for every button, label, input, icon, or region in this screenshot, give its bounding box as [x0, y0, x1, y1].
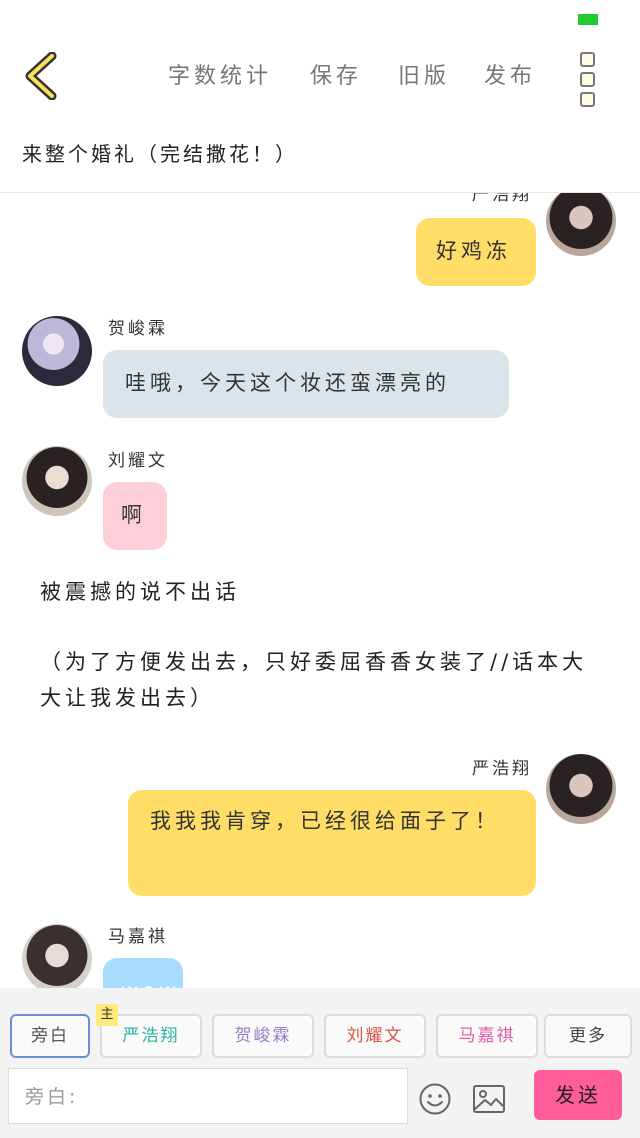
more-menu-icon[interactable]: [580, 52, 600, 112]
message-bubble: 好鸡冻: [416, 218, 536, 286]
role-chip-he-junlin[interactable]: 贺峻霖: [212, 1014, 314, 1058]
top-bar: 字数统计 保存 旧版 发布 来整个婚礼（完结撒花！）: [0, 0, 640, 193]
composer-panel: 旁白 主 严浩翔 贺峻霖 刘耀文 马嘉祺 更多 发送: [0, 988, 640, 1138]
message-input-box[interactable]: [8, 1068, 425, 1125]
message-bubble: wow: [103, 958, 183, 988]
role-chip-liu-yaowen[interactable]: 刘耀文: [324, 1014, 426, 1058]
avatar[interactable]: [22, 924, 92, 988]
old-version-button[interactable]: 旧版: [398, 58, 450, 90]
emoji-icon[interactable]: [418, 1082, 452, 1116]
message-input[interactable]: [9, 1069, 425, 1125]
image-icon[interactable]: [472, 1082, 506, 1116]
story-title: 来整个婚礼（完结撒花！）: [22, 142, 298, 166]
chat-area[interactable]: 严浩翔 好鸡冻 贺峻霖 哇哦，今天这个妆还蛮漂亮的 刘耀文 啊 被震撼的说不出话…: [0, 192, 640, 988]
back-arrow-icon[interactable]: [22, 52, 62, 100]
narration-text: 被震撼的说不出话: [40, 580, 240, 604]
battery-indicator: [578, 14, 598, 25]
more-roles-button[interactable]: 更多: [544, 1014, 632, 1058]
publish-button[interactable]: 发布: [484, 58, 536, 90]
avatar[interactable]: [546, 192, 616, 256]
save-button[interactable]: 保存: [310, 58, 362, 90]
word-count-button[interactable]: 字数统计: [168, 58, 272, 90]
sender-name: 贺峻霖: [108, 319, 168, 339]
sender-name: 刘耀文: [108, 451, 168, 471]
avatar[interactable]: [22, 446, 92, 516]
sender-name: 马嘉祺: [108, 927, 168, 947]
role-chip-ma-jiaqi[interactable]: 马嘉祺: [436, 1014, 538, 1058]
role-chip-narration[interactable]: 旁白: [10, 1014, 90, 1058]
send-button[interactable]: 发送: [534, 1070, 622, 1120]
avatar[interactable]: [546, 754, 616, 824]
message-bubble: 啊: [103, 482, 167, 550]
message-bubble: 我我我肯穿，已经很给面子了！: [128, 790, 536, 896]
narration-text: （为了方便发出去，只好委屈香香女装了//话本大大让我发出去）: [40, 650, 588, 710]
message-bubble: 哇哦，今天这个妆还蛮漂亮的: [103, 350, 509, 418]
main-role-badge: 主: [96, 1004, 118, 1026]
avatar[interactable]: [22, 316, 92, 386]
sender-name: 严浩翔: [472, 759, 532, 779]
sender-name: 严浩翔: [472, 192, 532, 205]
